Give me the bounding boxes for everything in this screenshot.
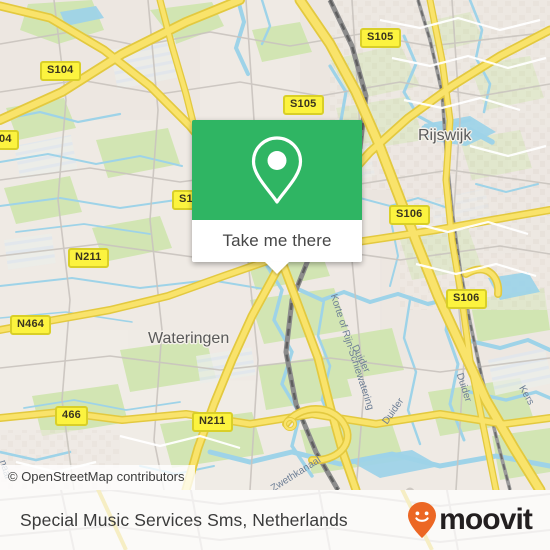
road-shield: S106: [446, 289, 487, 309]
moovit-location-share-card: S104 04 S105 S105 S1 S106 S106 N211 N464 466 N211 …: [0, 0, 550, 550]
map-viewport[interactable]: S104 04 S105 S105 S1 S106 S106 N211 N464 466 N211 …: [0, 0, 550, 490]
moovit-smiling-pin-icon: [408, 502, 437, 538]
callout-pin-panel: [192, 120, 362, 220]
callout-action-bar[interactable]: Take me there: [192, 220, 362, 274]
location-callout-card[interactable]: Take me there: [192, 120, 362, 274]
road-shield: S106: [389, 205, 430, 225]
road-shield: S105: [360, 28, 401, 48]
road-shield: 04: [0, 130, 19, 150]
road-shield: S104: [40, 61, 81, 81]
osm-attribution[interactable]: © OpenStreetMap contributors: [0, 465, 195, 490]
road-shield: N211: [68, 248, 109, 268]
place-label: Wateringen: [148, 330, 230, 347]
place-label: Rijswijk: [418, 127, 472, 144]
moovit-logo[interactable]: moovit: [407, 501, 533, 539]
road-shield: N211: [192, 412, 233, 432]
map-pin-icon: [251, 136, 303, 204]
road-shield: S105: [283, 95, 324, 115]
take-me-there-label: Take me there: [222, 231, 332, 250]
place-title: Special Music Services Sms, Netherlands: [20, 509, 348, 530]
road-shield: 466: [55, 406, 88, 426]
road-shield: N464: [10, 315, 52, 335]
footer-bar: Special Music Services Sms, Netherlands …: [0, 490, 550, 550]
callout-pointer-tail: [265, 262, 289, 274]
moovit-wordmark: moovit: [439, 503, 533, 536]
